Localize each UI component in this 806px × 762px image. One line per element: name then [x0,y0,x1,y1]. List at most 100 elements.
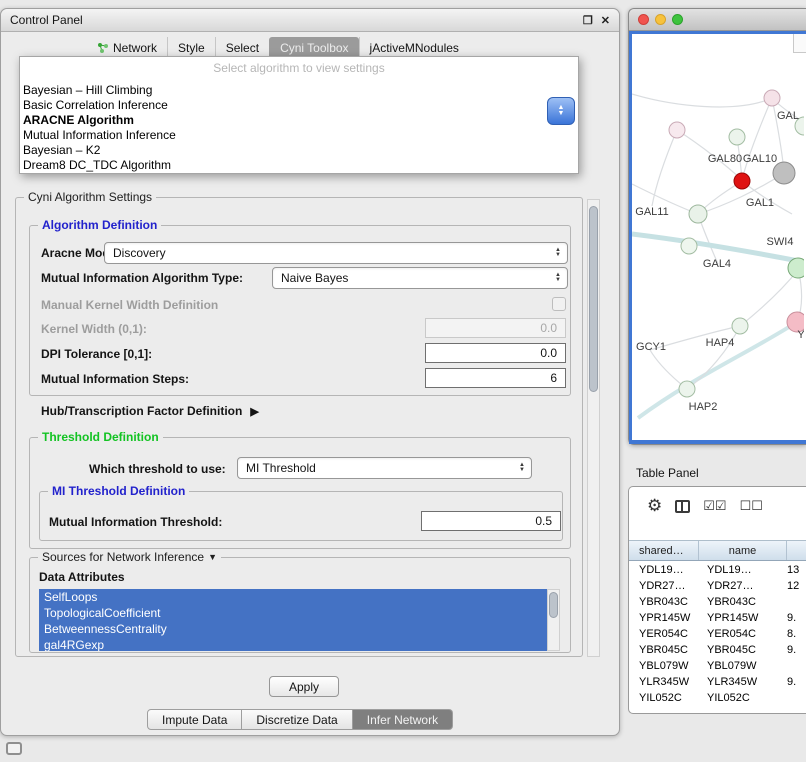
table-toolbar: ⚙ ☑☑ ☐☐ [629,487,806,540]
network-node[interactable] [732,318,748,334]
table-row[interactable]: YPR145WYPR145W9. [629,610,806,626]
manual-kernel-width-label: Manual Kernel Width Definition [41,297,218,313]
combobox-value: MI Threshold [246,461,316,475]
mi-algorithm-type-label: Mutual Information Algorithm Type: [41,270,243,286]
manual-kernel-width-checkbox[interactable] [552,297,566,311]
network-node-label: GAL [777,110,799,122]
float-window-icon[interactable]: ❐ [583,14,593,27]
table-row[interactable]: YLR345WYLR345W9. [629,674,806,690]
attribute-item[interactable]: TopologicalCoefficient [39,605,547,621]
table-cell: YDR27… [699,580,787,592]
apply-button[interactable]: Apply [269,676,339,697]
table-row[interactable]: YER054CYER054C8. [629,626,806,642]
algorithm-option[interactable]: Mutual Information Inference [20,128,578,143]
network-canvas[interactable]: GALGAL80GAL10GAL1GAL11SWI4GAL4GCY1HAP4YH… [632,34,806,440]
collapse-down-icon[interactable]: ▼ [208,550,217,565]
scrollbar-thumb[interactable] [589,206,598,392]
screen: Control Panel ❐ ✕ Network Style Select C… [0,0,806,762]
algorithm-combobox-arrows-icon[interactable]: ▲▼ [547,97,575,125]
table-cell: YBL079W [699,660,787,672]
select-all-icon[interactable]: ☑☑ [703,498,726,514]
mi-algorithm-type-combobox[interactable]: Naive Bayes ▲▼ [272,267,568,289]
group-legend: MI Threshold Definition [52,484,185,499]
network-node[interactable] [679,381,695,397]
attribute-item[interactable]: gal4RGexp [39,637,547,651]
network-view-window: GALGAL80GAL10GAL1GAL11SWI4GAL4GCY1HAP4YH… [628,8,806,445]
network-node[interactable] [788,258,804,278]
table-cell: YLR345W [699,676,787,688]
table-cell: 12 [787,580,806,592]
table-row[interactable]: YDL19…YDL19…13 [629,562,806,578]
attribute-item[interactable]: BetweennessCentrality [39,621,547,637]
table-body: YDL19…YDL19…13YDR27…YDR27…12YBR043CYBR04… [629,562,806,713]
tab-label: jActiveMNodules [370,41,459,55]
network-node[interactable] [773,162,795,184]
scrollbar-thumb[interactable] [549,592,558,618]
algorithm-option-selected[interactable]: ARACNE Algorithm [20,113,578,128]
network-node[interactable] [689,205,707,223]
algorithm-option[interactable]: Bayesian – K2 [20,143,578,158]
kernel-width-field[interactable]: 0.0 [425,318,566,338]
table-cell: YPR145W [699,612,787,624]
table-row[interactable]: YBL079WYBL079W [629,658,806,674]
data-attributes-label: Data Attributes [39,569,125,585]
network-node[interactable] [669,122,685,138]
network-node[interactable] [729,129,745,145]
network-window-titlebar[interactable] [629,9,806,31]
table-header[interactable]: shared… name [629,540,806,561]
algorithm-option[interactable]: Dream8 DC_TDC Algorithm [20,158,578,173]
tab-infer-network[interactable]: Infer Network [353,709,453,730]
attribute-item[interactable]: SelfLoops [39,589,547,605]
table-panel-window: ⚙ ☑☑ ☐☐ shared… name YDL19…YDL19…13YDR27… [628,486,806,714]
kernel-width-label: Kernel Width (0,1): [41,321,147,337]
close-icon[interactable]: ✕ [601,14,610,27]
gear-icon[interactable]: ⚙ [647,498,662,514]
network-node[interactable] [764,90,780,106]
network-node-label: GAL1 [746,197,774,209]
table-cell: 13 [787,564,806,576]
table-cell: YBR043C [699,596,787,608]
table-row[interactable]: YDR27…YDR27…12 [629,578,806,594]
panel-dock-icon[interactable] [6,742,22,755]
which-threshold-combobox[interactable]: MI Threshold ▲▼ [237,457,532,479]
network-node[interactable] [734,173,750,189]
minimize-traffic-light-icon[interactable] [655,14,666,25]
column-header-name[interactable]: name [699,541,787,560]
table-row[interactable]: YBR045CYBR045C9. [629,642,806,658]
attributes-scrollbar[interactable] [547,589,560,651]
data-attributes-list[interactable]: SelfLoops TopologicalCoefficient Between… [39,589,547,651]
combobox-arrows-icon: ▲▼ [555,273,567,283]
algorithm-option[interactable]: Basic Correlation Inference [20,98,578,113]
combobox-arrows-icon: ▲▼ [555,248,567,258]
network-tab-icon [97,42,109,54]
zoom-traffic-light-icon[interactable] [672,14,683,25]
combobox-value: Discovery [113,246,166,260]
close-traffic-light-icon[interactable] [638,14,649,25]
network-canvas-frame: GALGAL80GAL10GAL1GAL11SWI4GAL4GCY1HAP4YH… [629,31,806,444]
control-panel-titlebar[interactable]: Control Panel ❐ ✕ [1,9,619,32]
algorithm-dropdown-popup: Select algorithm to view settings Bayesi… [19,56,579,174]
network-node-label: GCY1 [636,341,666,353]
algorithm-option[interactable]: Bayesian – Hill Climbing [20,83,578,98]
aracne-mode-combobox[interactable]: Discovery ▲▼ [104,242,568,264]
mi-steps-field[interactable]: 6 [425,368,566,388]
table-cell: YPR145W [629,612,699,624]
tab-impute-data[interactable]: Impute Data [147,709,242,730]
tab-discretize-data[interactable]: Discretize Data [242,709,352,730]
mi-threshold-field[interactable]: 0.5 [421,511,561,531]
hub-definition-toggle[interactable]: Hub/Transcription Factor Definition▶ [41,403,259,419]
network-scrollbar[interactable] [793,34,806,53]
algorithm-placeholder: Select algorithm to view settings [20,57,578,83]
table-row[interactable]: YIL052CYIL052C [629,690,806,706]
settings-scrollbar[interactable] [587,199,600,657]
table-cell: YDL19… [629,564,699,576]
table-cell: YBL079W [629,660,699,672]
table-row[interactable]: YBR043CYBR043C [629,594,806,610]
table-cell: 8. [787,628,806,640]
which-threshold-label: Which threshold to use: [89,461,226,477]
network-node[interactable] [681,238,697,254]
deselect-all-icon[interactable]: ☐☐ [740,498,763,514]
column-header-shared-name[interactable]: shared… [629,541,699,560]
columns-icon[interactable] [675,500,690,513]
dpi-tolerance-field[interactable]: 0.0 [425,343,566,363]
